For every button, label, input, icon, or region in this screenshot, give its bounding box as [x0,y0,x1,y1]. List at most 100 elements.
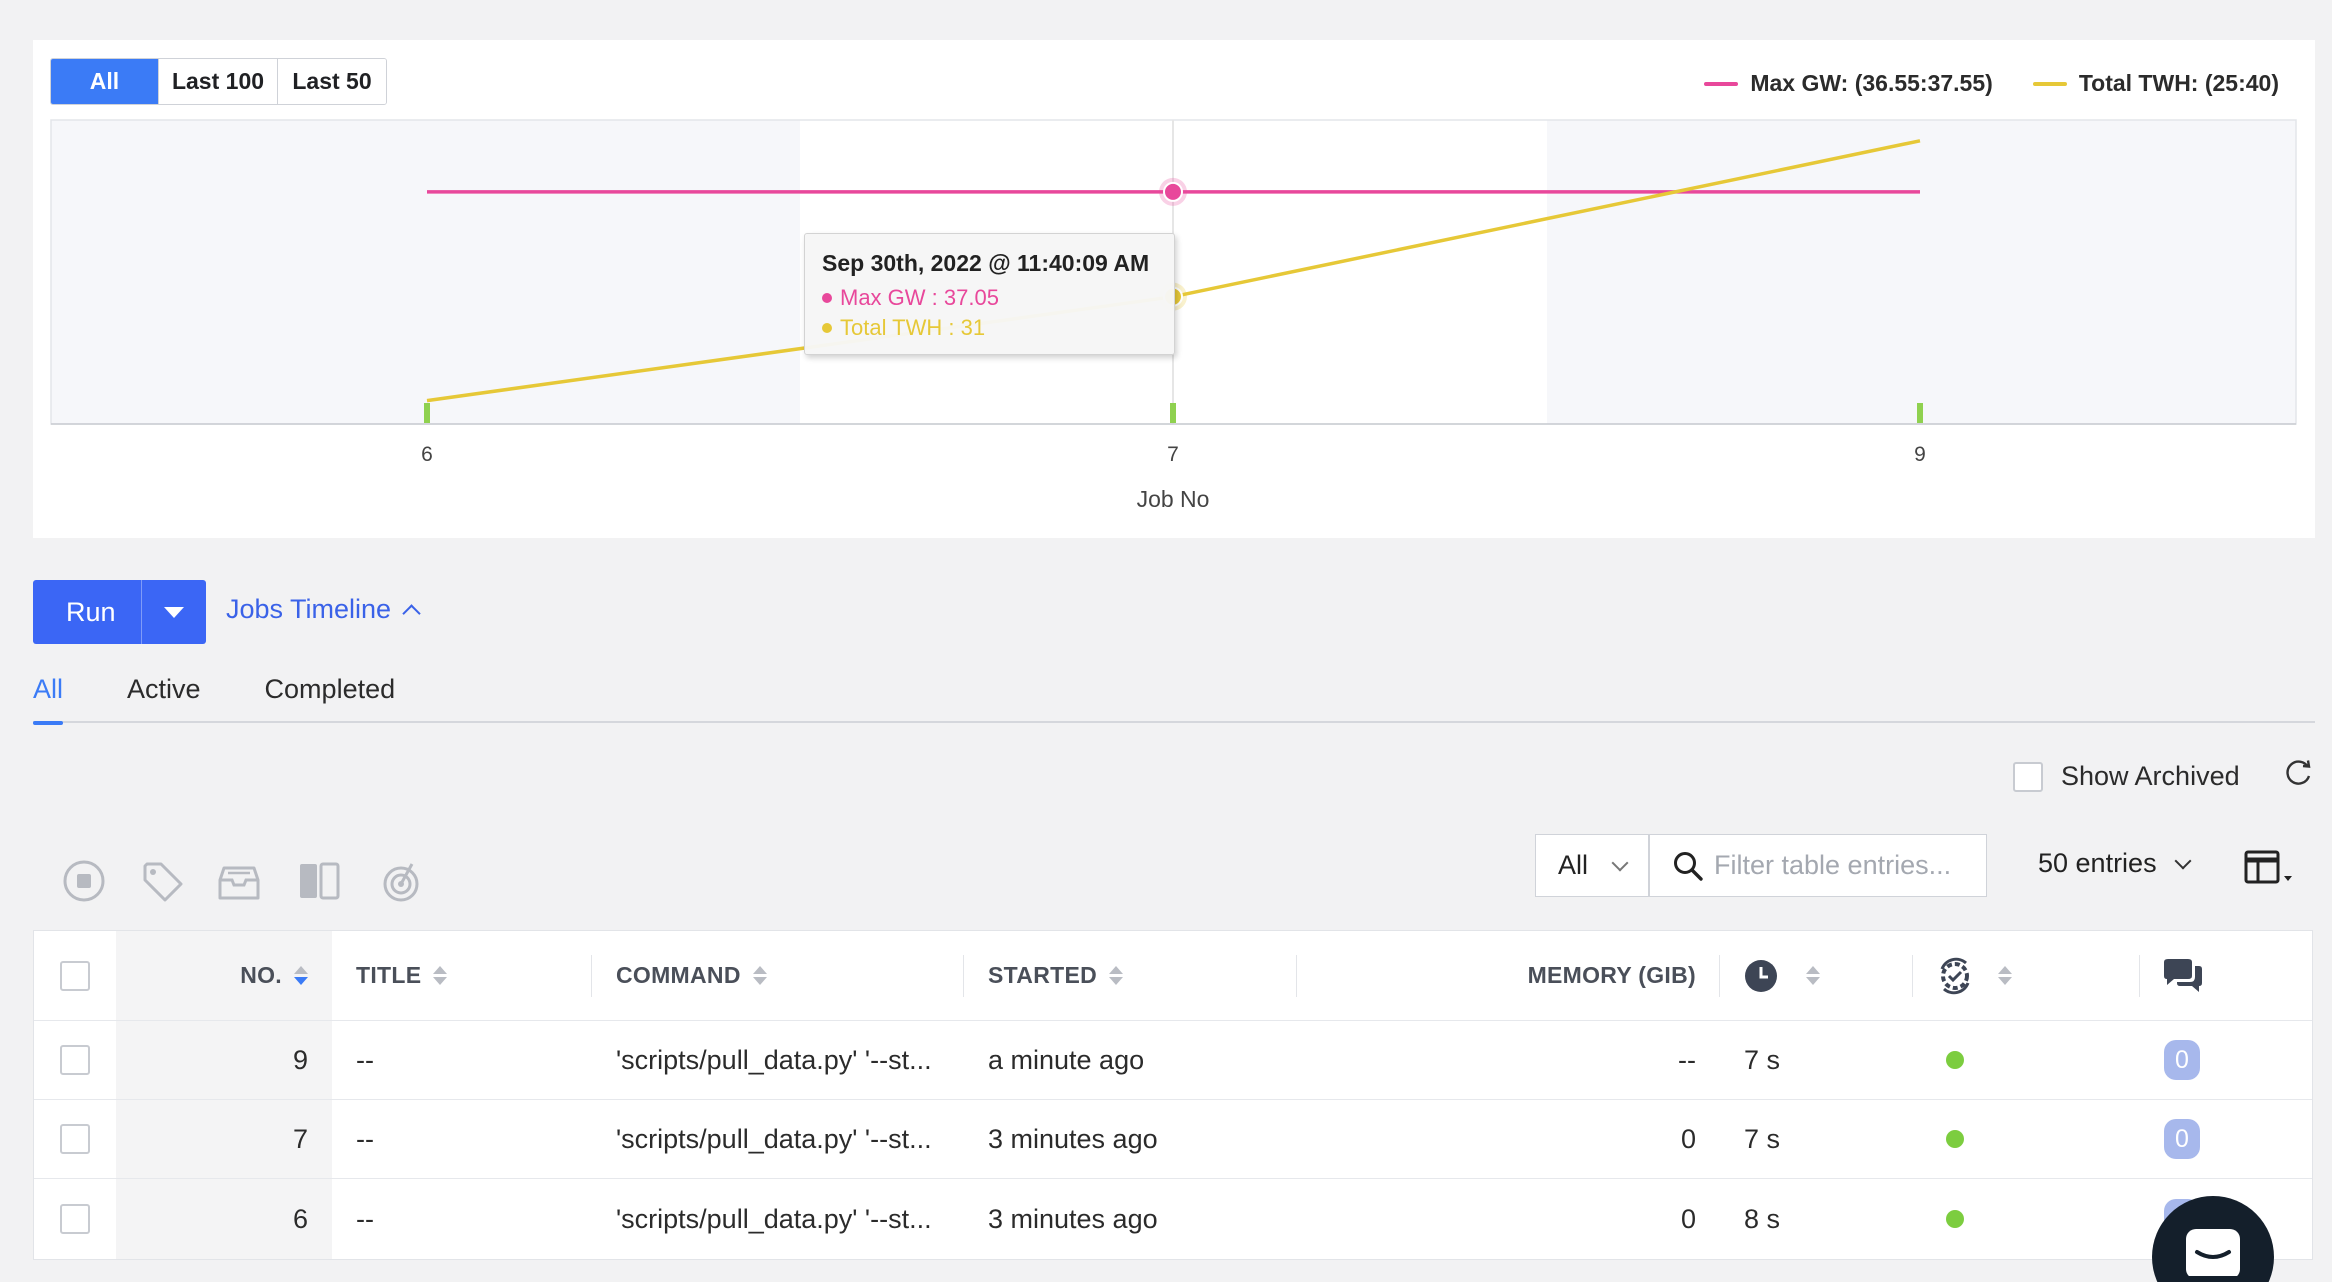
jobs-table: NO. TITLE COMMAND STARTED MEMORY (GIB) 9… [33,930,2313,1260]
x-tick-marker [424,403,430,423]
header-duration[interactable] [1744,931,1820,1020]
cell-comments: 0 [2164,1100,2200,1178]
x-tick-label: 9 [1914,443,1926,466]
search-icon [1674,851,1703,881]
row-select-cell [60,1021,90,1099]
abort-icon[interactable] [61,858,107,904]
job-status-tabs: All Active Completed [33,668,2315,725]
x-tick-label: 6 [421,443,433,466]
archive-icon[interactable] [216,858,262,904]
chart-tooltip: Sep 30th, 2022 @ 11:40:09 AM Max GW : 37… [804,233,1175,355]
cell-no: 9 [292,1044,308,1075]
cell-title: -- [356,1044,374,1075]
sort-icon [752,966,767,985]
tooltip-title: Sep 30th, 2022 @ 11:40:09 AM [822,250,1150,276]
tooltip-dot [822,293,832,303]
row-select-cell [60,1100,90,1178]
column-divider [963,955,964,997]
status-gear-icon [1940,957,1970,994]
header-memory[interactable]: MEMORY (GIB) [1296,931,1696,1020]
column-settings-icon[interactable] [2244,850,2296,886]
search-input[interactable] [1714,850,1984,881]
column-divider [1719,955,1720,997]
refresh-icon[interactable] [2284,757,2314,787]
cell-title: -- [356,1203,374,1234]
header-no-label: NO. [240,962,282,988]
cell-title: -- [356,1123,374,1154]
cell-memory: -- [1678,1044,1696,1075]
status-completed-dot [1946,1051,1964,1069]
cell-memory: 0 [1680,1203,1696,1234]
header-no[interactable]: NO. [116,931,332,1020]
jobs-timeline-label: Jobs Timeline [226,594,392,624]
table-row[interactable]: 7 -- 'scripts/pull_data.py' '--st... 3 m… [34,1100,2312,1179]
header-comments[interactable] [2162,931,2204,1020]
cell-duration: 8 s [1744,1203,1781,1234]
cell-command: 'scripts/pull_data.py' '--st... [616,1044,932,1075]
tab-active[interactable]: Active [127,668,201,723]
status-filter-value: All [1558,850,1589,880]
comments-icon [2164,958,2202,992]
cell-memory: 0 [1680,1123,1696,1154]
column-divider [2139,955,2140,997]
run-button[interactable]: Run [33,597,141,628]
cell-started: 3 minutes ago [988,1123,1158,1154]
table-row[interactable]: 6 -- 'scripts/pull_data.py' '--st... 3 m… [34,1179,2312,1259]
comments-badge[interactable]: 0 [2164,1119,2200,1159]
cell-status [1946,1100,1964,1178]
header-title-label: TITLE [356,962,422,988]
hover-point-max-gw [1163,181,1183,202]
chevron-up-icon [402,604,421,623]
cell-command: 'scripts/pull_data.py' '--st... [616,1203,932,1234]
x-tick-label: 7 [1167,443,1179,466]
table-header-row: NO. TITLE COMMAND STARTED MEMORY (GIB) [34,931,2312,1021]
tag-icon[interactable] [139,858,185,904]
comments-badge[interactable]: 0 [2164,1040,2200,1080]
tooltip-dot [822,323,832,333]
run-split-button: Run [33,580,206,644]
table-row[interactable]: 9 -- 'scripts/pull_data.py' '--st... a m… [34,1021,2312,1100]
jobs-timeline-toggle[interactable]: Jobs Timeline [226,594,421,625]
cell-status [1946,1179,1964,1259]
show-archived-label: Show Archived [2061,761,2240,791]
tooltip-value: Total TWH : 31 [840,315,986,340]
header-title[interactable]: TITLE [356,931,448,1020]
search-box [1649,834,1987,897]
sort-icon [1109,966,1124,985]
header-status[interactable] [1936,931,2012,1020]
status-filter-select[interactable]: All [1535,834,1649,897]
row-checkbox[interactable] [60,1045,90,1075]
x-axis-title: Job No [1137,486,1210,512]
cell-no: 6 [292,1203,308,1234]
header-started-label: STARTED [988,962,1098,988]
select-all-cell [60,931,90,1020]
row-select-cell [60,1179,90,1259]
tooltip-row-max-gw: Max GW : 37.05 [822,283,1174,313]
header-started[interactable]: STARTED [988,931,1124,1020]
cell-comments: 0 [2164,1021,2200,1099]
entries-per-page-select[interactable]: 50 entries [2038,848,2192,879]
entries-label: 50 entries [2038,848,2157,878]
sort-icon [1806,966,1820,985]
cell-started: 3 minutes ago [988,1203,1158,1234]
cell-no: 7 [292,1123,308,1154]
select-all-checkbox[interactable] [60,960,90,991]
row-checkbox[interactable] [60,1124,90,1154]
tab-completed[interactable]: Completed [265,668,396,723]
run-dropdown-caret-icon[interactable] [142,606,206,618]
chat-icon [2186,1229,2240,1276]
header-command[interactable]: COMMAND [616,931,767,1020]
show-archived-checkbox[interactable] [2013,761,2043,792]
status-completed-dot [1946,1210,1964,1228]
show-archived-control[interactable]: Show Archived [2013,761,2240,792]
column-divider [1912,955,1913,997]
cell-duration: 7 s [1744,1044,1781,1075]
row-checkbox[interactable] [60,1204,90,1234]
status-completed-dot [1946,1130,1964,1148]
tab-all[interactable]: All [33,668,64,725]
header-command-label: COMMAND [616,962,741,988]
compare-icon[interactable] [296,858,342,904]
chevron-down-icon [1611,854,1629,871]
dequeue-icon[interactable] [378,858,424,904]
cell-command: 'scripts/pull_data.py' '--st... [616,1123,932,1154]
